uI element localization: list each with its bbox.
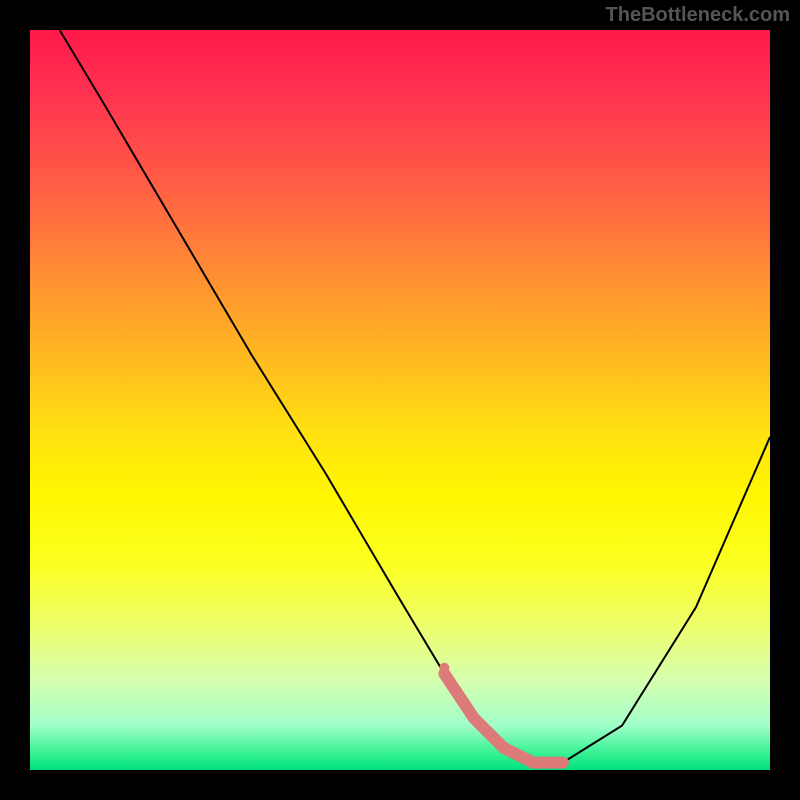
bottleneck-curve-line [60,30,770,763]
chart-curve-svg [30,30,770,770]
optimal-zone-dot [439,663,449,673]
chart-plot-area [30,30,770,770]
watermark-text: TheBottleneck.com [606,4,790,27]
optimal-zone-highlight [444,674,562,763]
